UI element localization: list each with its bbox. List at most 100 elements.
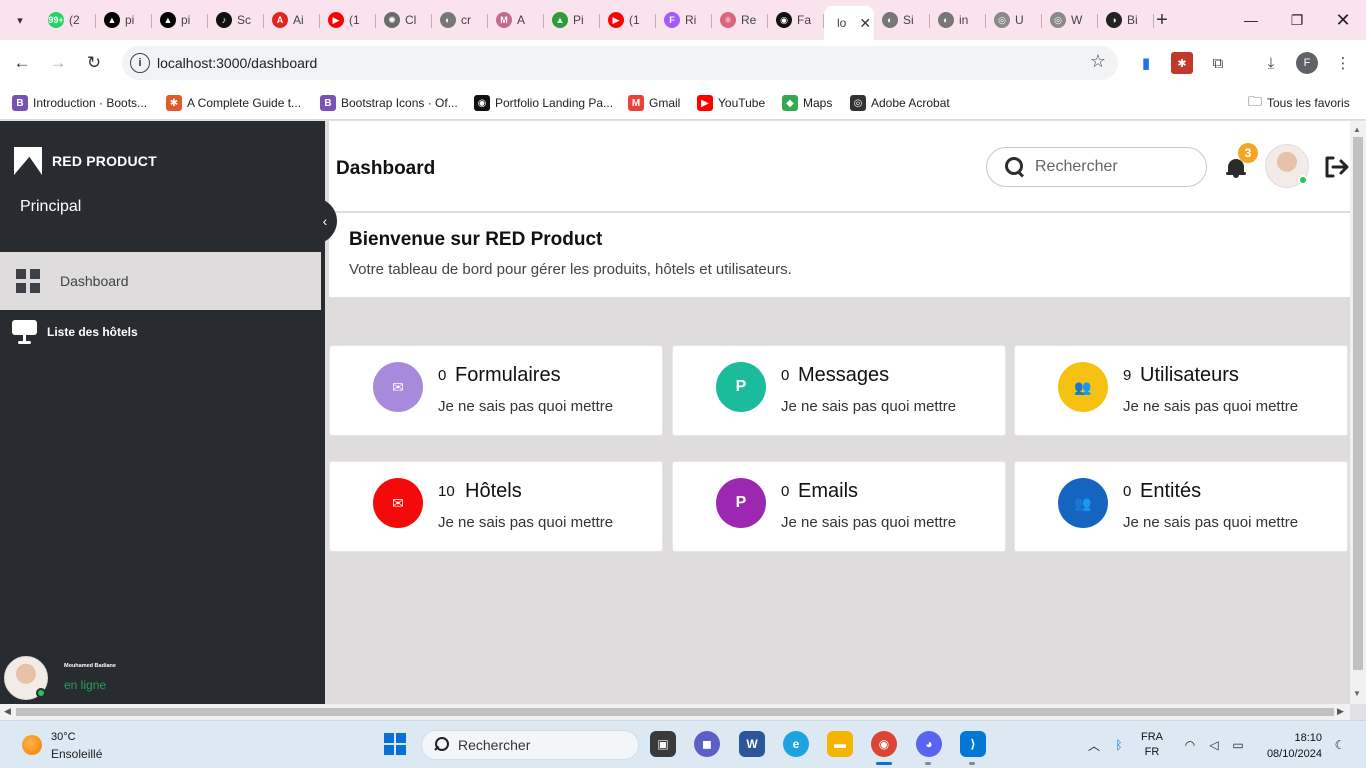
online-dot (36, 688, 46, 698)
bluetooth-icon[interactable]: ᛒ (1110, 721, 1128, 768)
search-icon (1005, 157, 1025, 177)
avatar[interactable] (1265, 144, 1309, 188)
restore-icon[interactable]: ❐ (1274, 0, 1320, 40)
bookmark-label: A Complete Guide t... (187, 96, 302, 110)
browser-tab[interactable]: ⚛ Re (712, 6, 768, 34)
teams-chat-icon[interactable]: ◼ (694, 731, 720, 757)
tab-list: 99+ (2 ▲ pi ▲ pi ♪ Sc A Ai ▶ (1 ✺ Cl ◐ cr M A ▲ Pi ▶ (1 F Ri ⚛ Re… (40, 6, 1154, 40)
browser-tab[interactable]: F Ri (656, 6, 712, 34)
extension-red-icon[interactable]: ✱ (1171, 52, 1193, 74)
wifi-icon[interactable]: ◠ (1180, 721, 1200, 768)
task-view-icon[interactable]: ▣ (650, 731, 676, 757)
browser-tab[interactable]: ◉ Fa (768, 6, 824, 34)
volume-icon[interactable]: ◁ (1204, 721, 1224, 768)
tab-title: Pi (573, 13, 584, 27)
address-bar[interactable]: i localhost:3000/dashboard ☆ (122, 46, 1118, 80)
tab-search-chevron-icon[interactable]: ▾ (8, 8, 32, 32)
browser-tab[interactable]: ▲ Pi (544, 6, 600, 34)
page-viewport: RED PRODUCT Principal Dashboard Liste de… (0, 121, 1350, 704)
browser-tab[interactable]: ◐ Si (874, 6, 930, 34)
browser-tab[interactable]: ✺ Cl (376, 6, 432, 34)
download-icon[interactable]: ⤓ (1260, 52, 1282, 74)
browser-tab[interactable]: ◎ W (1042, 6, 1098, 34)
logout-icon[interactable] (1324, 156, 1350, 178)
logo-icon (14, 147, 42, 175)
tab-favicon-icon: ▲ (552, 12, 568, 28)
browser-tab[interactable]: MA (488, 6, 544, 34)
browser-tab[interactable]: ▶ (1 (320, 6, 376, 34)
language-indicator[interactable]: FRA FR (1141, 730, 1163, 760)
word-icon[interactable]: W (739, 731, 765, 757)
system-clock[interactable]: 18:10 08/10/2024 (1262, 730, 1322, 762)
browser-tab[interactable]: ◑ Bi (1098, 6, 1154, 34)
file-explorer-icon[interactable]: ▬ (827, 731, 853, 757)
bookmark-item[interactable]: ✱ A Complete Guide t... (166, 93, 301, 113)
bookmark-item[interactable]: B Bootstrap Icons · Of... (320, 93, 458, 113)
stat-card-utilisateurs[interactable]: 👥 9 Utilisateurs Je ne sais pas quoi met… (1014, 345, 1348, 436)
sidebar-item-dashboard[interactable]: Dashboard (0, 252, 321, 310)
tab-close-icon[interactable]: ✕ (859, 15, 871, 32)
extension-doc-icon[interactable]: ▮ (1135, 52, 1157, 74)
browser-tab[interactable]: ◐ in (930, 6, 986, 34)
stat-card-emails[interactable]: P 0 Emails Je ne sais pas quoi mettre (672, 461, 1006, 552)
bookmark-item[interactable]: ◆ Maps (782, 93, 832, 113)
browser-menu-icon[interactable]: ⋮ (1332, 52, 1354, 74)
bookmark-star-icon[interactable]: ☆ (1090, 51, 1106, 72)
discord-icon[interactable]: ◕ (916, 731, 942, 757)
browser-tab[interactable]: ◐ cr (432, 6, 488, 34)
stat-card-messages[interactable]: P 0 Messages Je ne sais pas quoi mettre (672, 345, 1006, 436)
browser-tab[interactable]: ▶ (1 (600, 6, 656, 34)
profile-avatar-icon[interactable]: F (1296, 52, 1318, 74)
notification-moon-icon[interactable]: ☾ (1332, 721, 1348, 768)
sun-icon[interactable] (22, 735, 42, 755)
close-window-icon[interactable]: ✕ (1320, 0, 1366, 40)
browser-tab[interactable]: A Ai (264, 6, 320, 34)
forward-arrow-icon[interactable]: → (46, 51, 70, 75)
bookmark-item[interactable]: B Introduction · Boots... (12, 93, 147, 113)
sidebar-user[interactable]: Mouhamed Badiane en ligne (4, 656, 304, 700)
browser-tab[interactable]: 99+ (2 (40, 6, 96, 34)
brand-logo[interactable]: RED PRODUCT (14, 147, 157, 175)
reload-icon[interactable]: ↻ (82, 51, 106, 75)
tray-chevron-up-icon[interactable]: ︿ (1084, 721, 1104, 768)
minimize-icon[interactable]: — (1228, 0, 1274, 40)
chrome-icon[interactable]: ◉ (871, 731, 897, 757)
sidebar-item-hotels[interactable]: Liste des hôtels (0, 317, 321, 347)
scroll-right-arrow-icon[interactable]: ▶ (1337, 706, 1344, 717)
battery-icon[interactable]: ▭ (1228, 721, 1248, 768)
bookmark-item[interactable]: ◉ Portfolio Landing Pa... (474, 93, 613, 113)
scrollbar-thumb[interactable] (1353, 137, 1363, 670)
site-info-icon[interactable]: i (130, 53, 150, 73)
scroll-down-arrow-icon[interactable]: ▼ (1353, 689, 1361, 698)
bookmark-favicon-icon: ◆ (782, 95, 798, 111)
search-box[interactable] (986, 147, 1207, 187)
scroll-left-arrow-icon[interactable]: ◀ (4, 706, 11, 717)
browser-tab[interactable]: ◎ U (986, 6, 1042, 34)
horizontal-scrollbar[interactable]: ◀ ▶ (0, 704, 1350, 720)
vertical-scrollbar[interactable]: ▲ ▼ (1350, 121, 1366, 704)
bookmark-item[interactable]: M Gmail (628, 93, 680, 113)
weather-description[interactable]: Ensoleillé (51, 747, 102, 761)
bookmark-item[interactable]: ▶ YouTube (697, 93, 765, 113)
url-text[interactable]: localhost:3000/dashboard (157, 55, 317, 71)
browser-tab[interactable]: ♪ Sc (208, 6, 264, 34)
all-bookmarks-folder[interactable]: 🗀 Tous les favoris (1248, 93, 1350, 113)
browser-tab[interactable]: lo ✕ (824, 6, 874, 40)
vscode-icon[interactable]: ⟩ (960, 731, 986, 757)
scroll-up-arrow-icon[interactable]: ▲ (1353, 125, 1361, 134)
stat-card-formulaires[interactable]: ✉ 0 Formulaires Je ne sais pas quoi mett… (329, 345, 663, 436)
stat-card-entites[interactable]: 👥 0 Entités Je ne sais pas quoi mettre (1014, 461, 1348, 552)
taskbar-search[interactable]: Rechercher (421, 730, 639, 760)
browser-tab[interactable]: ▲ pi (152, 6, 208, 34)
edge-icon[interactable]: e (783, 731, 809, 757)
windows-start-icon[interactable] (384, 733, 406, 755)
stat-card-hotels[interactable]: ✉ 10 Hôtels Je ne sais pas quoi mettre (329, 461, 663, 552)
scrollbar-thumb[interactable] (16, 708, 1334, 716)
new-tab-plus-icon[interactable]: + (1150, 8, 1174, 32)
back-arrow-icon[interactable]: ← (10, 51, 34, 75)
browser-tab[interactable]: ▲ pi (96, 6, 152, 34)
search-input[interactable] (1035, 158, 1195, 176)
extensions-puzzle-icon[interactable]: ⧉ (1207, 52, 1229, 74)
weather-temperature[interactable]: 30°C (51, 731, 76, 743)
bookmark-item[interactable]: ◎ Adobe Acrobat (850, 93, 950, 113)
